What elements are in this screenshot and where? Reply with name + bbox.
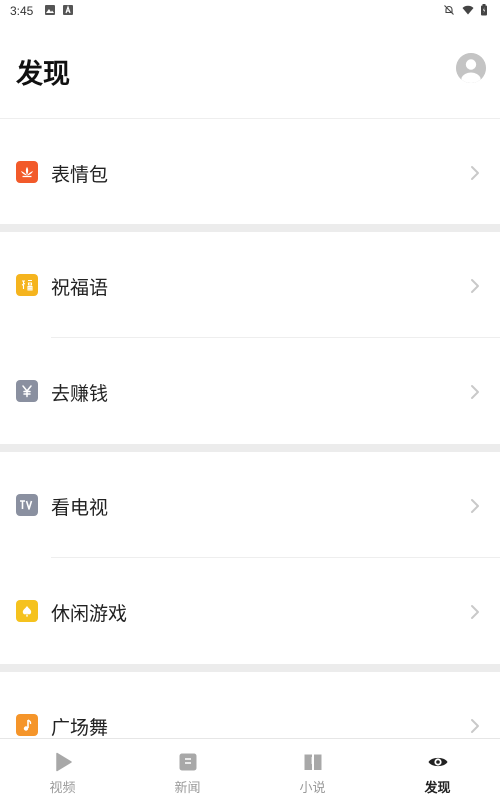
chevron-right-icon	[471, 279, 479, 293]
nav-label: 新闻	[174, 781, 201, 796]
nav-label: 小说	[299, 781, 326, 796]
list-item-label: 看电视	[51, 497, 109, 519]
list-item-label: 休闲游戏	[51, 603, 128, 625]
play-icon	[55, 752, 72, 772]
bottom-nav: 视频 新闻 小说 发现	[0, 738, 500, 801]
wifi-icon	[462, 5, 474, 15]
chevron-right-icon	[471, 499, 479, 513]
tv-icon	[16, 494, 38, 516]
game-spade-icon	[16, 600, 38, 622]
book-icon	[304, 754, 321, 770]
app-notification-icon	[63, 5, 73, 15]
list-item-label: 祝福语	[51, 277, 109, 299]
list-item-label: 表情包	[51, 164, 109, 186]
news-icon	[179, 753, 196, 771]
list-item-label: 广场舞	[51, 717, 109, 739]
group-separator	[0, 444, 500, 452]
nav-tab-video[interactable]: 视频	[0, 739, 125, 801]
nav-label: 发现	[424, 781, 451, 796]
nav-tab-novel[interactable]: 小说	[250, 739, 375, 801]
blessing-fu-icon	[16, 274, 38, 296]
list-item-label: 去赚钱	[51, 383, 109, 405]
nav-tab-news[interactable]: 新闻	[125, 739, 250, 801]
image-notification-icon	[45, 5, 55, 15]
page-header: 发现	[0, 22, 500, 118]
list-item-blessings[interactable]: 祝福语	[0, 232, 500, 338]
list-item-casual-games[interactable]: 休闲游戏	[0, 558, 500, 664]
nav-tab-discover[interactable]: 发现	[375, 739, 500, 801]
page-title: 发现	[16, 59, 70, 90]
notifications-off-icon	[444, 5, 454, 15]
music-note-icon	[16, 714, 38, 736]
status-time: 3:45	[10, 4, 34, 18]
list-item-earn-money[interactable]: 去赚钱	[0, 338, 500, 444]
list-item-watch-tv[interactable]: 看电视	[0, 452, 500, 558]
chevron-right-icon	[471, 605, 479, 619]
nav-label: 视频	[49, 781, 76, 796]
battery-icon	[481, 4, 487, 16]
status-bar: 3:45	[0, 0, 500, 22]
lotus-icon	[16, 161, 38, 183]
chevron-right-icon	[471, 719, 479, 733]
chevron-right-icon	[471, 166, 479, 180]
group-separator	[0, 664, 500, 672]
discover-list: 表情包 祝福语 去赚钱 看电视 休闲游戏 广场舞	[0, 118, 500, 778]
yuan-icon	[16, 380, 38, 402]
eye-icon	[428, 757, 447, 767]
avatar[interactable]	[456, 53, 486, 83]
user-avatar-icon	[456, 53, 486, 83]
chevron-right-icon	[471, 385, 479, 399]
group-separator	[0, 224, 500, 232]
list-item-emoji-pack[interactable]: 表情包	[0, 118, 500, 224]
